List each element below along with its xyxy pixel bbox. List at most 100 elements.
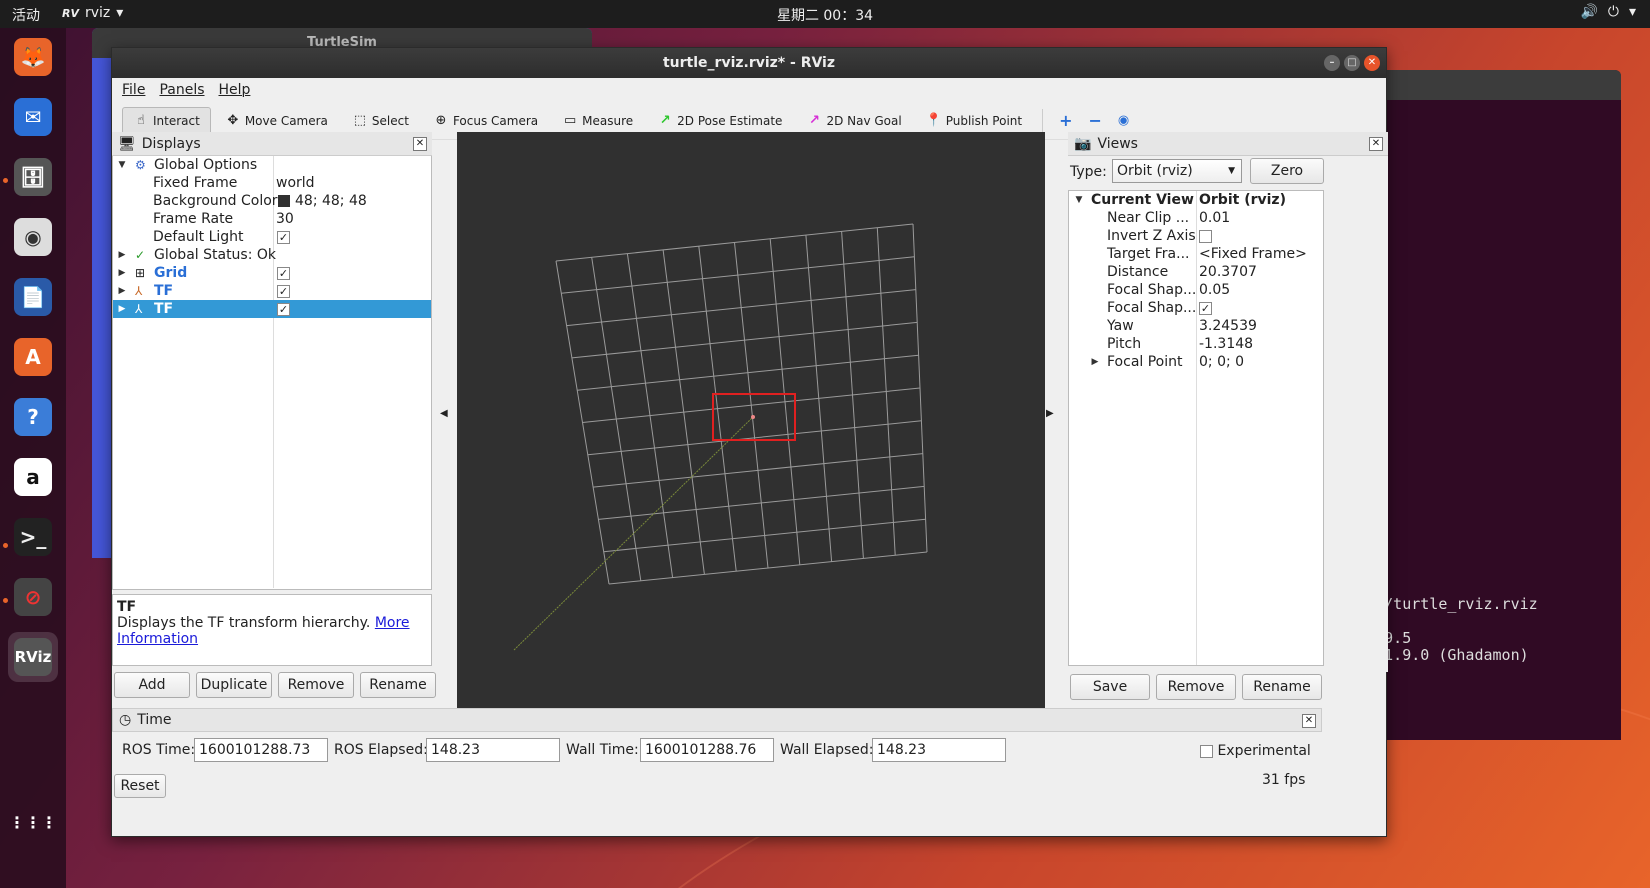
- tree-row-tf-selected[interactable]: ▶ ⅄ TF ✓: [113, 300, 431, 318]
- power-icon[interactable]: ⏻: [1608, 4, 1619, 20]
- collapsed-arrow-icon[interactable]: ▶: [116, 246, 128, 264]
- collapsed-arrow-icon[interactable]: ▶: [116, 300, 128, 318]
- 3d-viewport[interactable]: [457, 132, 1045, 708]
- files-icon[interactable]: 🗄: [8, 152, 58, 202]
- expanded-arrow-icon[interactable]: ▼: [116, 156, 128, 174]
- collapse-right-icon[interactable]: ▶: [1046, 408, 1054, 419]
- wall-elapsed-field[interactable]: 148.23: [872, 738, 1006, 762]
- view-prop-row[interactable]: Distance 20.3707: [1069, 263, 1323, 281]
- prop-checkbox-cell[interactable]: ✓: [1199, 299, 1212, 317]
- software-icon[interactable]: A: [8, 332, 58, 382]
- view-prop-row[interactable]: Focal Shap... ✓: [1069, 299, 1323, 317]
- row-value[interactable]: 0; 0; 0: [1199, 353, 1244, 371]
- firefox-icon[interactable]: 🦊: [8, 32, 58, 82]
- rviz-icon[interactable]: RViz: [8, 632, 58, 682]
- tree-row-frame-rate[interactable]: Frame Rate 30: [113, 210, 431, 228]
- tool-2d-nav-goal[interactable]: ↗ 2D Nav Goal: [796, 107, 911, 135]
- tree-row-tf[interactable]: ▶ ⅄ TF ✓: [113, 282, 431, 300]
- zero-button[interactable]: Zero: [1250, 158, 1324, 184]
- add-display-button[interactable]: Add: [114, 672, 190, 698]
- maximize-icon[interactable]: □: [1344, 55, 1360, 71]
- prop-checkbox[interactable]: ✓: [1199, 301, 1212, 315]
- tool-publish-point[interactable]: 📍 Publish Point: [916, 107, 1032, 135]
- close-icon[interactable]: ✕: [413, 137, 427, 151]
- row-value[interactable]: -1.3148: [1199, 335, 1253, 353]
- system-tray[interactable]: 🔊 ⏻ ▾: [1580, 4, 1636, 20]
- tf-enabled-checkbox[interactable]: ✓: [277, 284, 290, 298]
- menu-help[interactable]: Help: [219, 78, 251, 102]
- color-swatch[interactable]: [278, 195, 290, 207]
- terminal-icon[interactable]: >_: [8, 512, 58, 562]
- view-prop-row[interactable]: Pitch -1.3148: [1069, 335, 1323, 353]
- view-type-select[interactable]: Orbit (rviz) ▼: [1112, 159, 1242, 183]
- volume-icon[interactable]: 🔊: [1580, 4, 1597, 20]
- collapsed-arrow-icon[interactable]: ▶: [116, 282, 128, 300]
- remove-view-button[interactable]: Remove: [1156, 674, 1236, 700]
- wall-time-field[interactable]: 1600101288.76: [640, 738, 774, 762]
- collapsed-arrow-icon[interactable]: ▶: [116, 264, 128, 282]
- amazon-icon[interactable]: a: [8, 452, 58, 502]
- row-value[interactable]: 0.01: [1199, 209, 1230, 227]
- minimize-icon[interactable]: –: [1324, 55, 1340, 71]
- tool-measure[interactable]: ▭ Measure: [552, 107, 643, 135]
- thunderbird-icon[interactable]: ✉: [8, 92, 58, 142]
- close-icon[interactable]: ✕: [1302, 714, 1316, 728]
- tree-row-background-color[interactable]: Background Color 48; 48; 48: [113, 192, 431, 210]
- close-icon[interactable]: ✕: [1369, 137, 1383, 151]
- writer-icon[interactable]: 📄: [8, 272, 58, 322]
- close-icon[interactable]: ✕: [1364, 55, 1380, 71]
- default-light-checkbox[interactable]: ✓: [277, 230, 290, 244]
- window-titlebar[interactable]: turtle_rviz.rviz* - RViz – □ ✕: [112, 48, 1386, 78]
- tree-row-grid[interactable]: ▶ ⊞ Grid ✓: [113, 264, 431, 282]
- expanded-arrow-icon[interactable]: ▼: [1073, 191, 1085, 209]
- app-menu[interactable]: RV rviz ▾: [62, 5, 123, 21]
- rename-display-button[interactable]: Rename: [360, 672, 436, 698]
- reset-button[interactable]: Reset: [114, 774, 166, 798]
- view-prop-row[interactable]: Yaw 3.24539: [1069, 317, 1323, 335]
- ros-time-field[interactable]: 1600101288.73: [194, 738, 328, 762]
- row-value[interactable]: <Fixed Frame>: [1199, 245, 1307, 263]
- save-view-button[interactable]: Save: [1070, 674, 1150, 700]
- duplicate-display-button[interactable]: Duplicate: [196, 672, 272, 698]
- experimental-toggle[interactable]: Experimental: [1200, 739, 1311, 763]
- grid-enabled-checkbox[interactable]: ✓: [277, 266, 290, 280]
- menu-file[interactable]: File: [122, 78, 145, 102]
- tool-interact[interactable]: ☝ Interact: [122, 106, 211, 135]
- collapsed-arrow-icon[interactable]: ▶: [1089, 353, 1101, 371]
- row-value[interactable]: 20.3707: [1199, 263, 1257, 281]
- collapse-left-icon[interactable]: ◀: [440, 408, 448, 419]
- view-prop-row[interactable]: Focal Shap... 0.05: [1069, 281, 1323, 299]
- remove-tool-icon[interactable]: −: [1083, 107, 1108, 135]
- view-prop-row[interactable]: Near Clip ... 0.01: [1069, 209, 1323, 227]
- blocked-app-icon[interactable]: ⊘: [8, 572, 58, 622]
- tf-enabled-checkbox[interactable]: ✓: [277, 302, 290, 316]
- rename-view-button[interactable]: Rename: [1242, 674, 1322, 700]
- experimental-checkbox[interactable]: [1200, 744, 1213, 758]
- row-value[interactable]: 0.05: [1199, 281, 1230, 299]
- tool-select[interactable]: ⬚ Select: [342, 107, 419, 135]
- view-prop-row[interactable]: Invert Z Axis: [1069, 227, 1323, 245]
- rhythmbox-icon[interactable]: ◉: [8, 212, 58, 262]
- show-applications-icon[interactable]: ⋮⋮⋮: [8, 798, 58, 848]
- clock[interactable]: 星期二 00：34: [777, 8, 873, 24]
- chevron-down-icon[interactable]: ▾: [1629, 4, 1636, 20]
- activities-button[interactable]: 活动: [12, 5, 40, 25]
- ros-elapsed-field[interactable]: 148.23: [426, 738, 560, 762]
- view-prop-row[interactable]: Target Fra... <Fixed Frame>: [1069, 245, 1323, 263]
- prop-checkbox-cell[interactable]: [1199, 227, 1212, 245]
- row-value[interactable]: 3.24539: [1199, 317, 1257, 335]
- help-icon[interactable]: ?: [8, 392, 58, 442]
- eye-icon[interactable]: ◉: [1112, 107, 1135, 135]
- tool-move-camera[interactable]: ✥ Move Camera: [215, 107, 338, 135]
- tool-2d-pose-estimate[interactable]: ↗ 2D Pose Estimate: [647, 107, 792, 135]
- row-value[interactable]: 48; 48; 48: [295, 192, 367, 210]
- view-prop-row[interactable]: ▶ Focal Point 0; 0; 0: [1069, 353, 1323, 371]
- prop-checkbox[interactable]: [1199, 229, 1212, 243]
- menu-panels[interactable]: Panels: [159, 78, 204, 102]
- tree-row-default-light[interactable]: Default Light ✓: [113, 228, 431, 246]
- row-value[interactable]: 30: [276, 210, 294, 228]
- tool-focus-camera[interactable]: ⊕ Focus Camera: [423, 107, 548, 135]
- tree-row-global-status[interactable]: ▶ ✓ Global Status: Ok: [113, 246, 431, 264]
- row-value[interactable]: world: [276, 174, 315, 192]
- remove-display-button[interactable]: Remove: [278, 672, 354, 698]
